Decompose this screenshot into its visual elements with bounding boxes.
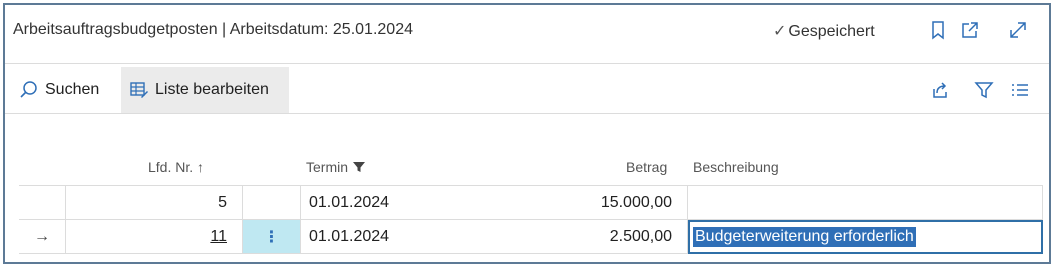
betrag-cell[interactable]: 15.000,00 xyxy=(406,186,688,220)
beschreibung-cell[interactable] xyxy=(688,186,1043,220)
bookmark-icon[interactable] xyxy=(927,19,949,41)
search-button-label: Suchen xyxy=(45,81,100,98)
list-view-icon[interactable] xyxy=(1009,79,1031,101)
search-icon xyxy=(20,81,37,98)
column-header-beschreibung[interactable]: Beschreibung xyxy=(693,159,779,175)
action-bar: Suchen Liste bearbeiten xyxy=(5,67,1049,113)
row-indicator-cell xyxy=(19,186,66,220)
lfd-nr-link[interactable]: 11 xyxy=(210,228,227,246)
column-header-lfd-nr-label: Lfd. Nr. xyxy=(148,159,194,175)
share-icon[interactable] xyxy=(929,79,951,101)
open-in-new-window-icon[interactable] xyxy=(959,19,981,41)
edit-list-button[interactable]: Liste bearbeiten xyxy=(121,67,289,113)
lfd-nr-cell[interactable]: 11 xyxy=(66,220,243,254)
save-status-label: Gespeichert xyxy=(788,23,875,40)
row-menu-icon: ⋮ xyxy=(263,228,280,246)
column-header-betrag[interactable]: Betrag xyxy=(626,159,667,175)
row-menu-button[interactable]: ⋮ xyxy=(243,220,301,254)
filter-icon[interactable] xyxy=(973,79,995,101)
beschreibung-selected-text: Budgeterweiterung erforderlich xyxy=(693,227,916,247)
row-action-cell[interactable] xyxy=(243,186,301,220)
expand-icon[interactable] xyxy=(1007,19,1029,41)
search-button[interactable]: Suchen xyxy=(19,67,99,113)
table-row[interactable]: 5 01.01.2024 15.000,00 xyxy=(19,186,1043,220)
filter-funnel-icon xyxy=(352,162,365,172)
edit-list-icon xyxy=(130,82,148,98)
save-status: ✓ Gespeichert xyxy=(773,21,875,41)
lfd-nr-cell[interactable]: 5 xyxy=(66,186,243,220)
betrag-cell[interactable]: 2.500,00 xyxy=(406,220,688,254)
page-title: Arbeitsauftragsbudgetposten | Arbeitsdat… xyxy=(13,21,413,38)
page-header: Arbeitsauftragsbudgetposten | Arbeitsdat… xyxy=(5,5,1049,59)
page-frame: Arbeitsauftragsbudgetposten | Arbeitsdat… xyxy=(3,3,1051,264)
checkmark-icon: ✓ xyxy=(773,23,787,40)
column-header-lfd-nr[interactable]: Lfd. Nr. ↑ xyxy=(148,159,204,175)
header-divider xyxy=(5,63,1049,64)
column-header-termin[interactable]: Termin xyxy=(306,159,366,175)
current-row-arrow-icon: → xyxy=(19,220,66,254)
beschreibung-input[interactable]: Budgeterweiterung erforderlich xyxy=(688,220,1043,254)
actionbar-divider xyxy=(5,113,1049,114)
sort-ascending-icon: ↑ xyxy=(197,159,205,175)
table-row-current[interactable]: → 11 ⋮ 01.01.2024 2.500,00 Budgeterweite… xyxy=(19,220,1043,254)
edit-list-button-label: Liste bearbeiten xyxy=(155,81,269,98)
column-header-termin-label: Termin xyxy=(306,159,349,175)
